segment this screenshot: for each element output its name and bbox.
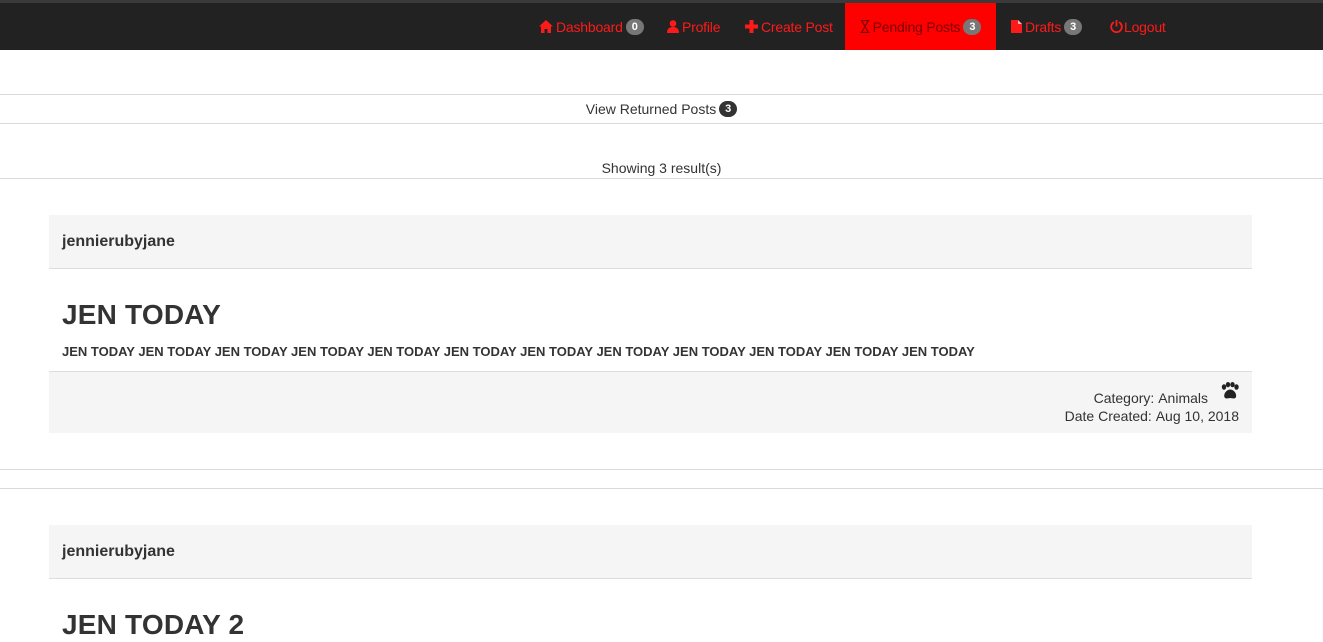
post-title: JEN TODAY: [62, 299, 221, 330]
divider: [0, 94, 1323, 95]
divider: [0, 469, 1323, 470]
post-body: JEN TODAY 2: [49, 579, 1252, 641]
post-author: jennierubyjane: [49, 525, 1252, 579]
nav-create-post[interactable]: Create Post: [745, 3, 833, 50]
post-content: JEN TODAY JEN TODAY JEN TODAY JEN TODAY …: [62, 344, 975, 359]
post-footer: Category: Animals Date Created: Aug 10, …: [49, 371, 1252, 433]
nav-dashboard[interactable]: Dashboard 0: [539, 3, 644, 50]
user-icon: [667, 20, 679, 33]
nav-logout[interactable]: Logout: [1110, 3, 1166, 50]
category-label: Category:: [1093, 390, 1155, 406]
post-title: JEN TODAY 2: [62, 609, 245, 640]
date-label: Date Created:: [1064, 408, 1152, 424]
dashboard-count-badge: 0: [625, 18, 644, 35]
hourglass-icon: [860, 20, 870, 33]
post-body: JEN TODAY JEN TODAY JEN TODAY JEN TODAY …: [49, 269, 1252, 371]
paw-icon: [1220, 382, 1240, 403]
post-card: jennierubyjane JEN TODAY JEN TODAY JEN T…: [49, 215, 1252, 433]
home-icon: [539, 20, 553, 33]
nav-profile[interactable]: Profile: [667, 3, 720, 50]
plus-icon: [745, 20, 758, 33]
pending-count-badge: 3: [963, 18, 982, 35]
nav-dashboard-label: Dashboard: [556, 18, 623, 35]
nav-logout-label: Logout: [1124, 18, 1166, 35]
results-count: Showing 3 result(s): [601, 160, 722, 176]
nav-profile-label: Profile: [682, 18, 721, 35]
divider: [0, 123, 1323, 124]
post-card: jennierubyjane JEN TODAY 2: [49, 525, 1252, 641]
nav-pending-posts-label: Pending Posts: [872, 18, 961, 35]
nav-drafts[interactable]: Drafts 3: [1011, 3, 1083, 50]
file-icon: [1011, 20, 1022, 33]
power-icon: [1110, 20, 1123, 33]
drafts-count-badge: 3: [1064, 18, 1083, 35]
post-category: Category: Animals: [1094, 389, 1208, 407]
top-navbar: Dashboard 0 Profile Create Post Pending …: [0, 0, 1323, 50]
divider: [0, 178, 1323, 179]
post-date: Date Created: Aug 10, 2018: [1065, 407, 1239, 425]
view-returned-posts[interactable]: View Returned Posts 3: [0, 96, 1323, 122]
nav-drafts-label: Drafts: [1025, 18, 1062, 35]
nav-pending-posts[interactable]: Pending Posts 3: [845, 3, 996, 50]
category-value: Animals: [1158, 390, 1208, 406]
nav-create-post-label: Create Post: [761, 18, 833, 35]
post-author: jennierubyjane: [49, 215, 1252, 269]
date-value: Aug 10, 2018: [1155, 408, 1239, 424]
returned-count-badge: 3: [719, 101, 738, 117]
view-returned-posts-link[interactable]: View Returned Posts: [586, 101, 716, 117]
divider: [0, 488, 1323, 489]
